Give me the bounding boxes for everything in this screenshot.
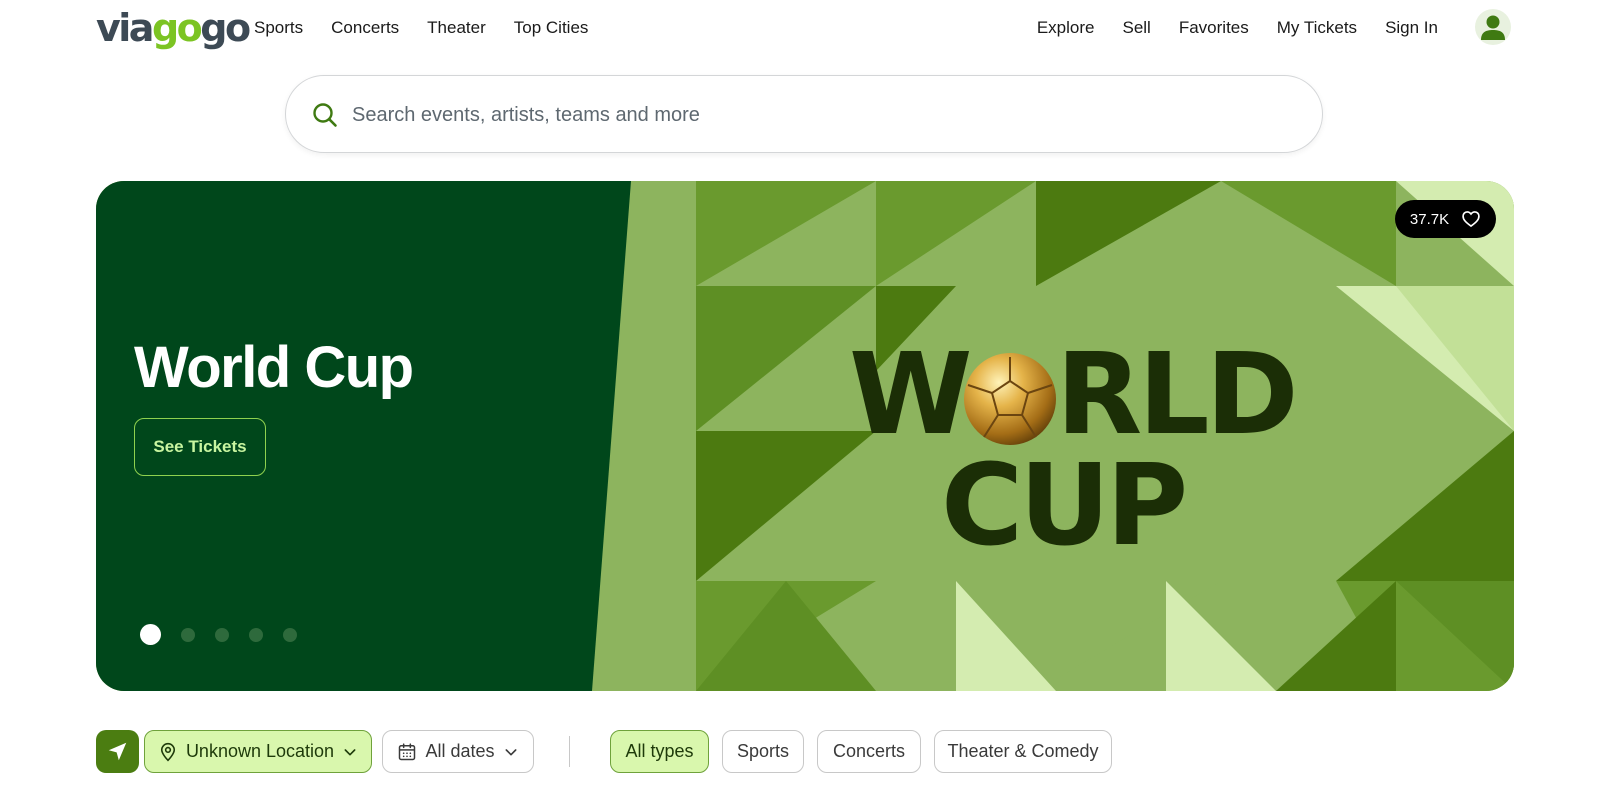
dates-label: All dates: [425, 741, 495, 761]
user-avatar-icon[interactable]: [1475, 9, 1511, 45]
filter-divider: [569, 736, 570, 767]
search-icon: [313, 103, 337, 127]
navigation-arrow-icon: [108, 742, 127, 761]
hero-banner[interactable]: W RLD CUP World Cup See Tickets 37.7K: [96, 181, 1514, 691]
world-cup-artwork: W RLD CUP: [96, 181, 1514, 691]
nav-link-top-cities[interactable]: Top Cities: [514, 17, 589, 39]
search-input[interactable]: [352, 98, 1252, 132]
nav-link-sports[interactable]: Sports: [254, 17, 303, 39]
type-chip-theater-comedy[interactable]: Theater & Comedy: [934, 730, 1112, 773]
nav-link-theater[interactable]: Theater: [427, 17, 486, 39]
nav-link-favorites[interactable]: Favorites: [1179, 17, 1249, 39]
site-header: viagogo Sports Concerts Theater Top Citi…: [0, 0, 1600, 56]
nav-link-concerts[interactable]: Concerts: [331, 17, 399, 39]
hero-title: World Cup: [134, 335, 414, 400]
carousel-dot-5[interactable]: [283, 627, 297, 642]
nav-link-explore[interactable]: Explore: [1037, 17, 1095, 39]
type-chip-all-types[interactable]: All types: [610, 730, 709, 773]
carousel-dot-3[interactable]: [215, 627, 229, 642]
location-label: Unknown Location: [185, 741, 335, 761]
heart-icon: [1462, 211, 1480, 228]
use-my-location-button[interactable]: [96, 730, 139, 773]
favorite-button[interactable]: 37.7K: [1395, 200, 1496, 238]
artwork-word-cup: CUP: [941, 441, 1184, 571]
search-bar[interactable]: [285, 75, 1323, 153]
location-dropdown[interactable]: Unknown Location: [144, 730, 372, 773]
account-nav: Explore Sell Favorites My Tickets Sign I…: [1037, 17, 1438, 39]
nav-link-my-tickets[interactable]: My Tickets: [1277, 17, 1357, 39]
chevron-down-icon: [505, 748, 516, 755]
map-pin-icon: [160, 742, 175, 761]
viagogo-logo[interactable]: viagogo: [96, 6, 251, 50]
carousel-dot-2[interactable]: [181, 627, 195, 642]
nav-link-sign-in[interactable]: Sign In: [1385, 17, 1438, 39]
type-chip-concerts[interactable]: Concerts: [817, 730, 921, 773]
carousel-dot-4[interactable]: [249, 627, 263, 642]
type-chip-sports[interactable]: Sports: [722, 730, 804, 773]
golden-ball-icon: [964, 353, 1056, 445]
carousel-pagination: [140, 624, 297, 645]
primary-nav: Sports Concerts Theater Top Cities: [254, 17, 588, 39]
carousel-dot-1[interactable]: [140, 624, 161, 645]
nav-link-sell[interactable]: Sell: [1122, 17, 1150, 39]
favorite-count: 37.7K: [1409, 210, 1450, 228]
dates-dropdown[interactable]: All dates: [382, 730, 534, 773]
filter-bar: Unknown Location All dates All types Spo…: [96, 730, 1516, 774]
calendar-icon: [399, 742, 416, 760]
see-tickets-button[interactable]: See Tickets: [134, 418, 266, 476]
chevron-down-icon: [344, 748, 356, 755]
